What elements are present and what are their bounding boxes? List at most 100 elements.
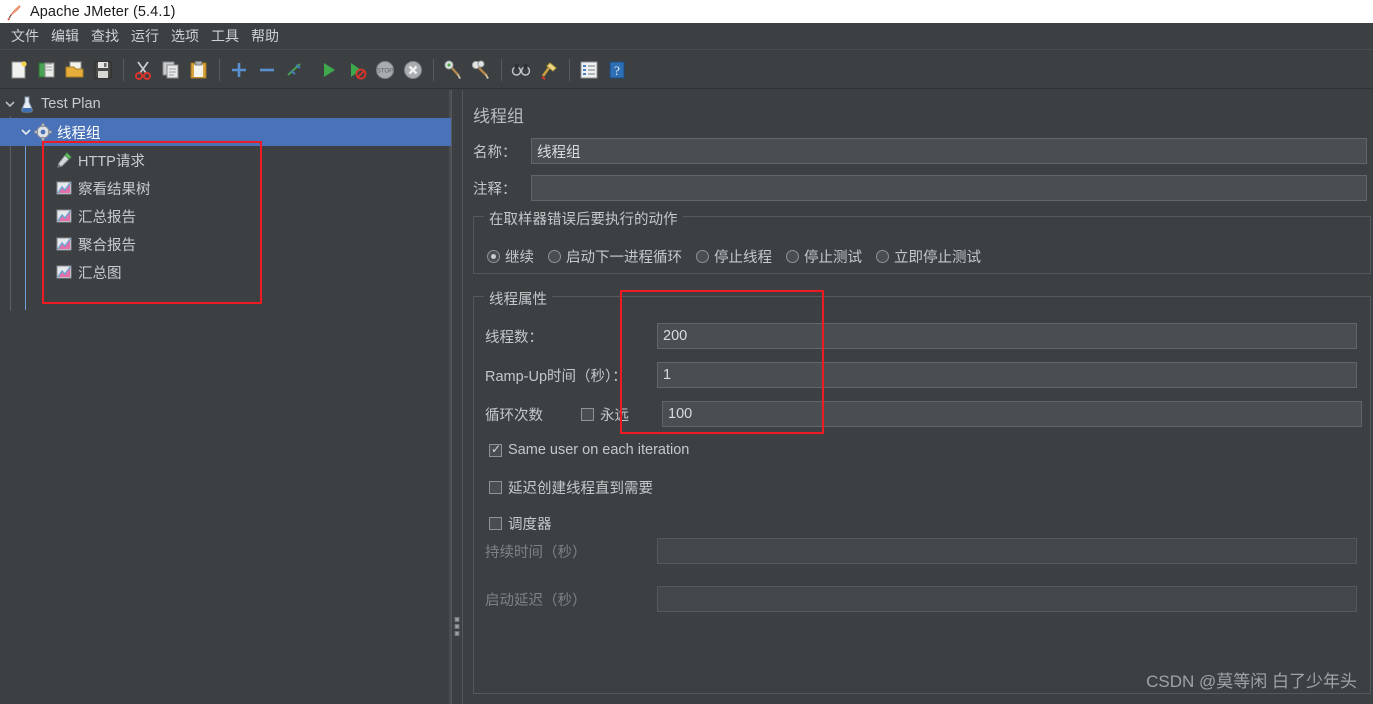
scheduler-row[interactable]: 调度器: [489, 513, 552, 534]
radio-stop-test-now[interactable]: 立即停止测试: [876, 246, 981, 267]
delay-thread-creation-label: 延迟创建线程直到需要: [508, 477, 653, 498]
tree-node-label: Test Plan: [41, 96, 101, 112]
radio-label: 停止线程: [714, 246, 772, 267]
toolbar: STOP: [0, 51, 1373, 89]
comment-input[interactable]: [531, 175, 1367, 201]
scheduler-label: 调度器: [508, 513, 552, 534]
toolbar-stop[interactable]: STOP: [372, 57, 398, 83]
toolbar-expand-all[interactable]: [226, 57, 252, 83]
thread-properties-title: 线程属性: [484, 288, 552, 309]
duration-input[interactable]: [657, 538, 1357, 564]
comment-field-row: 注释：: [473, 175, 1373, 201]
menu-options[interactable]: 选项: [165, 24, 205, 48]
tree-node-label: 汇总图: [78, 262, 122, 283]
name-label: 名称：: [473, 141, 531, 162]
toolbar-reset-search[interactable]: [536, 57, 562, 83]
menu-tools[interactable]: 工具: [205, 24, 245, 48]
tree-node-label: 汇总报告: [78, 206, 136, 227]
radio-stop-thread[interactable]: 停止线程: [696, 246, 772, 267]
radio-label: 启动下一进程循环: [566, 246, 682, 267]
jmeter-window: Apache JMeter (5.4.1) 文件 编辑 查找 运行 选项 工具 …: [0, 0, 1373, 704]
thread-group-editor: 线程组 名称： 注释： 在取样器错误后要执行的动作 继续 启动下一进程循环: [463, 90, 1373, 704]
name-input[interactable]: [531, 138, 1367, 164]
toolbar-shutdown[interactable]: [400, 57, 426, 83]
tree-node-label: 察看结果树: [78, 178, 151, 199]
radio-indicator: [548, 250, 561, 263]
toolbar-cut[interactable]: [130, 57, 156, 83]
duration-label: 持续时间（秒）: [485, 541, 657, 562]
toolbar-start-no-timers[interactable]: [344, 57, 370, 83]
toolbar-collapse-all[interactable]: [254, 57, 280, 83]
toolbar-toggle[interactable]: [282, 57, 308, 83]
thread-group-gear-icon: [34, 123, 52, 141]
chevron-down-icon[interactable]: [2, 96, 18, 112]
window-title: Apache JMeter (5.4.1): [30, 4, 176, 20]
toolbar-paste[interactable]: [186, 57, 212, 83]
thread-count-label: 线程数：: [485, 326, 657, 347]
tree-node-http-request[interactable]: HTTP请求: [0, 146, 451, 174]
toolbar-clear-all[interactable]: [468, 57, 494, 83]
startup-delay-label: 启动延迟（秒）: [485, 589, 657, 610]
csdn-watermark: CSDN @莫等闲 白了少年头: [1146, 667, 1357, 692]
tree-node-test-plan[interactable]: Test Plan: [0, 90, 451, 118]
toolbar-new[interactable]: [6, 57, 32, 83]
delay-thread-creation-row[interactable]: 延迟创建线程直到需要: [489, 477, 653, 498]
toolbar-copy[interactable]: [158, 57, 184, 83]
menu-run[interactable]: 运行: [125, 24, 165, 48]
chevron-down-icon[interactable]: [18, 124, 34, 140]
rampup-label: Ramp-Up时间（秒）：: [485, 365, 657, 386]
toolbar-separator: [501, 59, 502, 81]
thread-count-input[interactable]: [657, 323, 1357, 349]
menu-file[interactable]: 文件: [5, 24, 45, 48]
menu-edit[interactable]: 编辑: [45, 24, 85, 48]
feather-quill-icon: [6, 3, 24, 21]
scheduler-checkbox[interactable]: [489, 517, 502, 530]
rampup-input[interactable]: [657, 362, 1357, 388]
http-sampler-icon: [55, 151, 73, 169]
svg-text:STOP: STOP: [377, 68, 393, 74]
startup-delay-row: 启动延迟（秒）: [485, 586, 1365, 612]
radio-start-next-loop[interactable]: 启动下一进程循环: [548, 246, 682, 267]
menu-search[interactable]: 查找: [85, 24, 125, 48]
test-plan-tree[interactable]: Test Plan 线程组: [0, 90, 451, 704]
toolbar-save[interactable]: [90, 57, 116, 83]
name-field-row: 名称：: [473, 138, 1373, 164]
toolbar-function-helper[interactable]: [576, 57, 602, 83]
startup-delay-input[interactable]: [657, 586, 1357, 612]
toolbar-search[interactable]: [508, 57, 534, 83]
tree-node-label: HTTP请求: [78, 150, 145, 171]
tree-node-summary-report[interactable]: 汇总报告: [0, 202, 451, 230]
tree-node-label: 聚合报告: [78, 234, 136, 255]
same-user-row[interactable]: Same user on each iteration: [489, 442, 689, 458]
radio-label: 立即停止测试: [894, 246, 981, 267]
tree-node-thread-group[interactable]: 线程组: [0, 118, 451, 146]
toolbar-templates[interactable]: [34, 57, 60, 83]
comment-label: 注释：: [473, 178, 531, 199]
panel-splitter[interactable]: [451, 90, 463, 704]
radio-stop-test[interactable]: 停止测试: [786, 246, 862, 267]
toolbar-clear[interactable]: [440, 57, 466, 83]
loop-count-row: 循环次数 永远: [485, 401, 1365, 427]
rampup-row: Ramp-Up时间（秒）：: [485, 362, 1365, 388]
toolbar-help[interactable]: ?: [604, 57, 630, 83]
loop-count-input[interactable]: [662, 401, 1362, 427]
radio-continue[interactable]: 继续: [487, 246, 534, 267]
tree-node-aggregate-report[interactable]: 聚合报告: [0, 230, 451, 258]
tree-node-aggregate-graph[interactable]: 汇总图: [0, 258, 451, 286]
splitter-grip-icon[interactable]: [455, 617, 460, 636]
same-user-checkbox[interactable]: [489, 444, 502, 457]
forever-checkbox[interactable]: [581, 408, 594, 421]
aggregate-graph-icon: [55, 263, 73, 281]
radio-indicator: [786, 250, 799, 263]
same-user-label: Same user on each iteration: [508, 442, 689, 458]
toolbar-open[interactable]: [62, 57, 88, 83]
menu-bar: 文件 编辑 查找 运行 选项 工具 帮助: [0, 23, 1373, 50]
toolbar-separator: [123, 59, 124, 81]
tree-node-view-results-tree[interactable]: 察看结果树: [0, 174, 451, 202]
delay-thread-creation-checkbox[interactable]: [489, 481, 502, 494]
toolbar-separator: [569, 59, 570, 81]
toolbar-start[interactable]: [316, 57, 342, 83]
menu-help[interactable]: 帮助: [245, 24, 285, 48]
radio-label: 继续: [505, 246, 534, 267]
sampler-error-action-title: 在取样器错误后要执行的动作: [484, 208, 683, 229]
